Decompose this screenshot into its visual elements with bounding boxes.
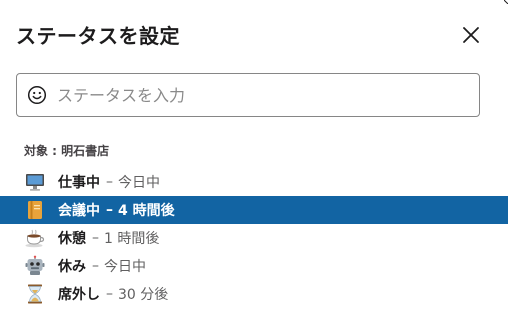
preset-duration: 今日中 (104, 259, 146, 275)
notebook-icon (24, 199, 46, 221)
status-input-box (16, 73, 480, 117)
preset-separator: – (92, 230, 99, 246)
close-button[interactable] (460, 24, 482, 46)
preset-name: 休憩 (58, 231, 86, 247)
preset-name: 仕事中 (58, 175, 100, 191)
preset-duration: 4 時間後 (118, 203, 175, 219)
desktop-computer-icon (24, 171, 46, 193)
preset-name: 席外し (58, 287, 100, 303)
preset-separator: – (92, 258, 99, 274)
preset-separator: – (106, 286, 113, 302)
dialog-header: ステータスを設定 (16, 18, 492, 50)
preset-item-away[interactable]: 席外し – 30 分後 (0, 280, 508, 308)
target-workspace-label: 対象 : 明石書店 (24, 144, 110, 158)
preset-separator: – (106, 202, 113, 218)
status-input[interactable] (57, 85, 457, 105)
corner-edge-mark (504, 0, 508, 4)
dialog-title: ステータスを設定 (16, 24, 180, 48)
preset-name: 休み (58, 259, 86, 275)
preset-item-meeting[interactable]: 会議中 – 4 時間後 (0, 196, 508, 224)
status-preset-list: 仕事中 – 今日中 会議中 – 4 時間後 休憩 – 1 時間後 休み – 今日… (0, 168, 508, 308)
preset-item-off[interactable]: 休み – 今日中 (0, 252, 508, 280)
preset-duration: 今日中 (118, 175, 160, 191)
robot-icon (24, 255, 46, 277)
preset-item-working[interactable]: 仕事中 – 今日中 (0, 168, 508, 196)
hourglass-icon (24, 283, 46, 305)
preset-duration: 30 分後 (118, 287, 169, 303)
preset-name: 会議中 (58, 203, 100, 219)
close-icon (463, 27, 479, 43)
preset-item-break[interactable]: 休憩 – 1 時間後 (0, 224, 508, 252)
smile-icon (27, 85, 47, 105)
preset-separator: – (106, 174, 113, 190)
coffee-icon (24, 227, 46, 249)
preset-duration: 1 時間後 (104, 231, 160, 247)
emoji-picker-button[interactable] (27, 85, 47, 105)
set-status-dialog: ステータスを設定 対象 : 明石書店 (0, 0, 508, 325)
